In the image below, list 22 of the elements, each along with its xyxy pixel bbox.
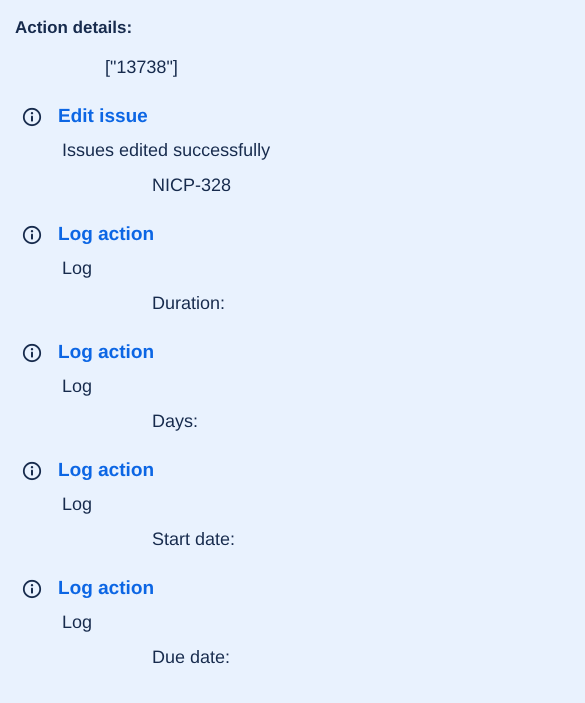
info-icon <box>22 579 42 599</box>
action-detail: Days: <box>152 410 200 433</box>
info-icon <box>22 225 42 245</box>
info-icon <box>22 343 42 363</box>
action-message: Log <box>62 611 94 634</box>
action-message: Log <box>62 493 94 516</box>
action-message: Log <box>62 375 94 398</box>
info-icon <box>22 461 42 481</box>
action-detail: Due date: <box>152 646 232 669</box>
section-heading: Action details: <box>15 17 134 39</box>
info-icon <box>22 107 42 127</box>
action-title-link[interactable]: Log action <box>58 341 154 365</box>
action-detail: NICP-328 <box>152 174 232 197</box>
action-title-link[interactable]: Log action <box>58 223 154 247</box>
action-title-link[interactable]: Log action <box>58 577 154 601</box>
action-title-link[interactable]: Edit issue <box>58 105 148 129</box>
action-detail: Duration: <box>152 292 226 315</box>
issue-id-list: ["13738"] <box>105 55 570 79</box>
action-title-link[interactable]: Log action <box>58 459 154 483</box>
action-message: Log <box>62 257 94 280</box>
action-detail: Start date: <box>152 528 236 551</box>
action-message: Issues edited successfully <box>62 139 272 162</box>
